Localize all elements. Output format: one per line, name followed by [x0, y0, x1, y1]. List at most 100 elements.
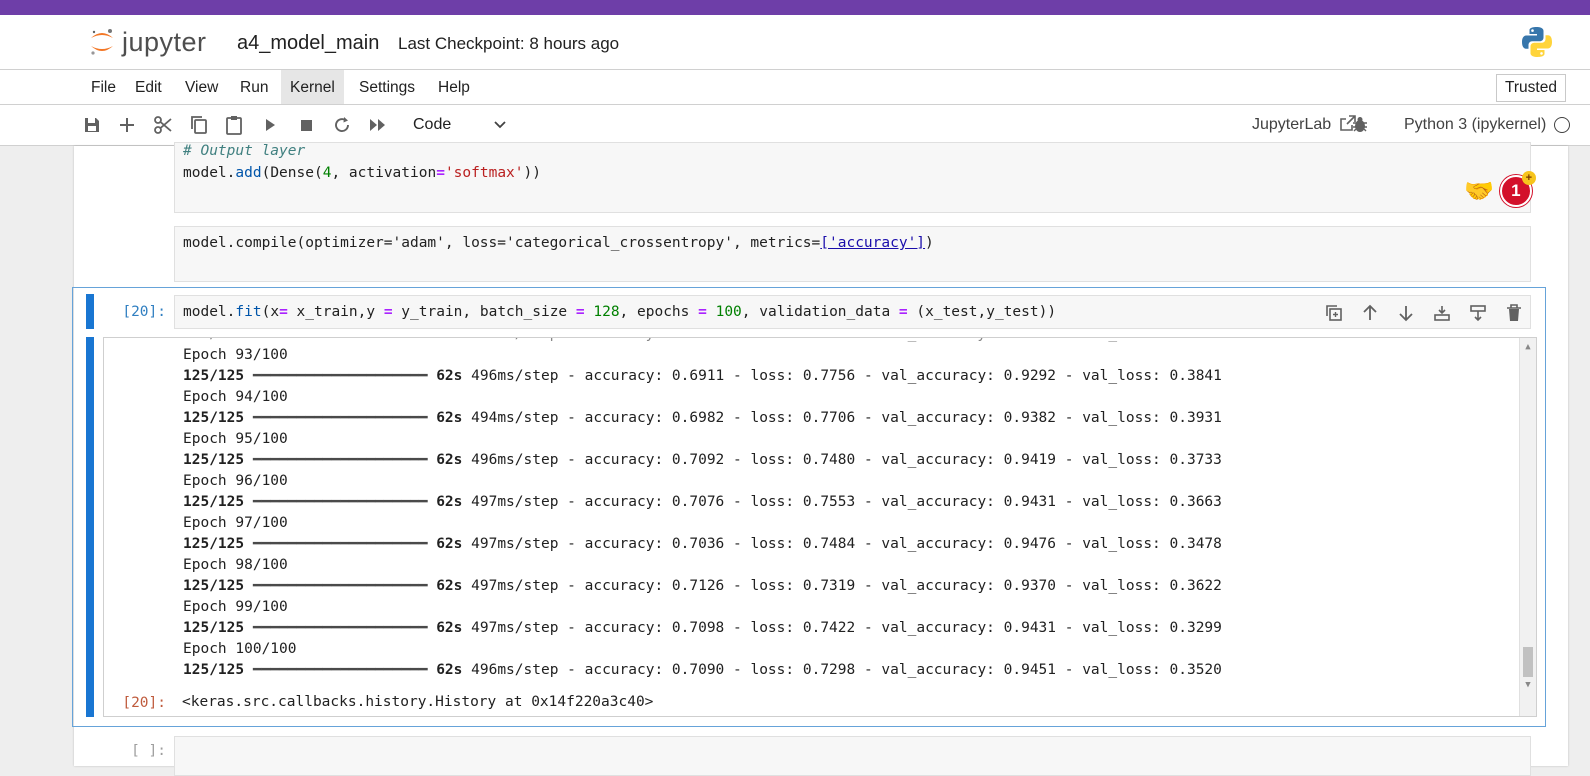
menu-help[interactable]: Help — [429, 70, 479, 104]
epoch-progress: 125/125 ━━━━━━━━━━━━━━━━━━━━ 62s 497ms/s… — [183, 620, 1222, 636]
epoch-steps: 125/125 — [183, 494, 245, 510]
arrow-down-icon[interactable] — [1394, 301, 1418, 325]
progress-bar: ━━━━━━━━━━━━━━━━━━━━ — [252, 452, 428, 468]
bug-icon[interactable] — [1348, 113, 1372, 137]
cell-type-select[interactable]: Code — [403, 113, 513, 137]
epoch-steps: 125/125 — [183, 662, 245, 678]
cut-icon[interactable] — [151, 113, 175, 137]
code-token: , activation — [331, 165, 437, 181]
scroll-thumb[interactable] — [1523, 647, 1533, 677]
code-cell-compile[interactable]: model.compile(optimizer='adam', loss='ca… — [174, 226, 1531, 282]
notification-badge[interactable]: 1 + — [1499, 171, 1536, 207]
epoch-header: Epoch 97/100 — [183, 515, 288, 531]
code-comment: # Output layer — [183, 143, 306, 159]
scroll-down-icon[interactable]: ▼ — [1522, 680, 1534, 690]
stop-icon[interactable] — [294, 113, 318, 137]
add-icon[interactable] — [115, 113, 139, 137]
code-operator: = — [383, 304, 393, 320]
code-string: 'softmax' — [444, 165, 524, 181]
save-icon[interactable] — [80, 113, 104, 137]
epoch-stats: 496ms/step - accuracy: 0.7090 - loss: 0.… — [471, 662, 1222, 678]
code-number: 100 — [706, 304, 742, 320]
menu-settings[interactable]: Settings — [350, 70, 424, 104]
notebook-name[interactable]: a4_model_main — [237, 32, 379, 55]
epoch-progress: 125/125 ━━━━━━━━━━━━━━━━━━━━ 62s 497ms/s… — [183, 578, 1222, 594]
epoch-steps: 125/125 — [183, 536, 245, 552]
jupyter-wordmark: jupyter — [122, 26, 207, 57]
epoch-steps: 125/125 — [183, 578, 245, 594]
epoch-header: Epoch 99/100 — [183, 599, 288, 615]
code-number: 128 — [584, 304, 620, 320]
epoch-time: 62s — [436, 410, 463, 426]
fast-forward-icon[interactable] — [366, 113, 390, 137]
progress-bar: ━━━━━━━━━━━━━━━━━━━━ — [252, 578, 428, 594]
epoch-progress: 125/125 ━━━━━━━━━━━━━━━━━━━━ 62s 494ms/s… — [183, 410, 1222, 426]
epoch-header: Epoch 94/100 — [183, 389, 288, 405]
progress-bar: ━━━━━━━━━━━━━━━━━━━━ — [252, 368, 428, 384]
last-checkpoint: Last Checkpoint: 8 hours ago — [398, 34, 620, 53]
code-token: ) — [925, 235, 934, 251]
progress-bar: ━━━━━━━━━━━━━━━━━━━━ — [252, 536, 428, 552]
epoch-stats: 496ms/step - accuracy: 0.7092 - loss: 0.… — [471, 452, 1222, 468]
menu-view[interactable]: View — [176, 70, 227, 104]
input-collapser[interactable] — [86, 294, 94, 329]
menu-file[interactable]: File — [82, 70, 125, 104]
code-token: model. — [183, 165, 236, 181]
epoch-header: Epoch 96/100 — [183, 473, 288, 489]
trusted-indicator[interactable]: Trusted — [1496, 74, 1566, 102]
epoch-stats: 497ms/step - accuracy: 0.7036 - loss: 0.… — [471, 536, 1222, 552]
empty-code-cell[interactable] — [174, 736, 1531, 776]
collaboration-widget[interactable]: 🤝 1 + — [1464, 171, 1536, 211]
output-clipped-line: 125/125 ━━━━━━━━━━━━━━━━━━━━ 62s 496ms/s… — [183, 338, 1222, 342]
progress-bar: ━━━━━━━━━━━━━━━━━━━━ — [252, 410, 428, 426]
menu-run[interactable]: Run — [231, 70, 277, 104]
cell-output-scroll[interactable]: 125/125 ━━━━━━━━━━━━━━━━━━━━ 62s 496ms/s… — [103, 337, 1537, 717]
epoch-steps: 125/125 — [183, 452, 245, 468]
epoch-header: Epoch 95/100 — [183, 431, 288, 447]
kernel-name[interactable]: Python 3 (ipykernel) — [1404, 105, 1546, 145]
code-link[interactable]: ['accuracy'] — [820, 235, 925, 251]
trash-icon[interactable] — [1502, 301, 1526, 325]
insert-below-icon[interactable] — [1430, 301, 1454, 325]
epoch-time: 62s — [436, 578, 463, 594]
python-logo-icon — [1522, 27, 1552, 57]
epoch-time: 62s — [436, 452, 463, 468]
progress-bar: ━━━━━━━━━━━━━━━━━━━━ — [252, 620, 428, 636]
code-token: , validation_data — [741, 304, 899, 320]
notebook-header: jupyter a4_model_main Last Checkpoint: 8… — [0, 15, 1590, 70]
epoch-stats: 494ms/step - accuracy: 0.6982 - loss: 0.… — [471, 410, 1222, 426]
epoch-stats: 496ms/step - accuracy: 0.6911 - loss: 0.… — [471, 368, 1222, 384]
menu-kernel[interactable]: Kernel — [281, 70, 344, 104]
arrow-up-icon[interactable] — [1358, 301, 1382, 325]
menu-edit[interactable]: Edit — [126, 70, 171, 104]
jupyter-logo-icon — [91, 29, 113, 55]
code-operator: = — [575, 304, 585, 320]
code-operator: = — [698, 304, 707, 320]
chevron-down-icon — [493, 113, 507, 145]
copy-icon[interactable] — [187, 113, 211, 137]
output-scrollbar[interactable]: ▲ ▼ — [1519, 338, 1536, 716]
jupyterlab-link[interactable]: JupyterLab — [1252, 105, 1356, 145]
notebook-area: # Output layer model.add(Dense(4, activa… — [0, 142, 1590, 776]
code-token: model. — [183, 304, 236, 320]
output-collapser[interactable] — [86, 337, 94, 717]
duplicate-icon[interactable] — [1322, 301, 1346, 325]
code-token: )) — [523, 165, 541, 181]
jupyterlab-label: JupyterLab — [1252, 116, 1332, 133]
notification-plus: + — [1521, 171, 1536, 185]
code-operator: = — [436, 165, 445, 181]
paste-icon[interactable] — [222, 113, 246, 137]
epoch-progress: 125/125 ━━━━━━━━━━━━━━━━━━━━ 62s 497ms/s… — [183, 536, 1222, 552]
notification-count: 1 — [1511, 181, 1521, 200]
run-icon[interactable] — [258, 113, 282, 137]
epoch-header: Epoch 93/100 — [183, 347, 288, 363]
merge-icon[interactable] — [1466, 301, 1490, 325]
cell-result: <keras.src.callbacks.history.History at … — [182, 694, 654, 710]
code-token: , epochs — [619, 304, 699, 320]
code-cell-output-layer[interactable]: # Output layer model.add(Dense(4, activa… — [174, 142, 1531, 213]
code-cell-fit[interactable]: model.fit(x= x_train,y = y_train, batch_… — [174, 295, 1531, 329]
restart-icon[interactable] — [330, 113, 354, 137]
jupyter-logo[interactable]: jupyter — [88, 25, 207, 59]
scroll-up-icon[interactable]: ▲ — [1522, 342, 1534, 352]
cell-toolbar — [1322, 301, 1526, 325]
